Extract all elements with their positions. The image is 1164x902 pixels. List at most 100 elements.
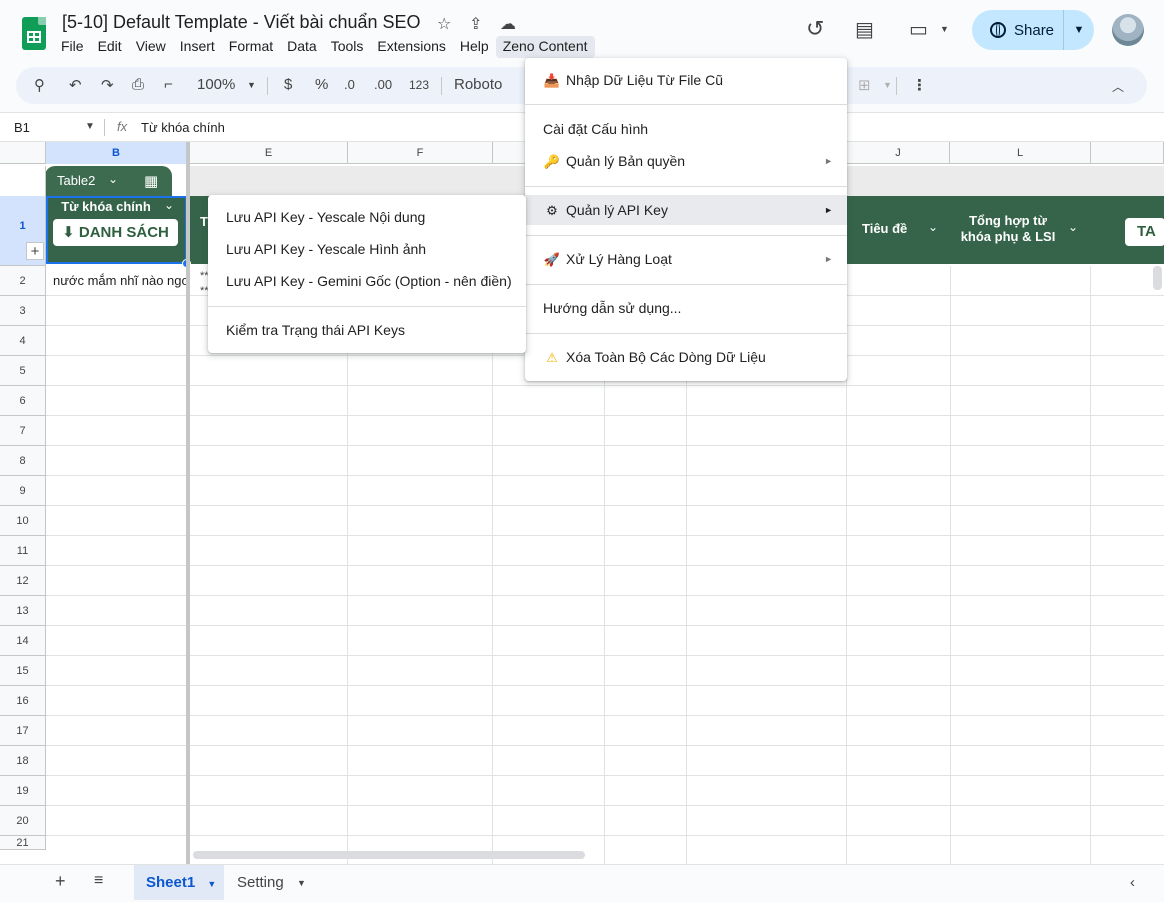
star-icon[interactable]: ☆ — [437, 14, 451, 34]
move-folder-icon[interactable]: ⇪ — [469, 14, 482, 34]
menu-item-quan-ly-ban-quyen[interactable]: 🔑 Quản lý Bản quyền ► — [525, 146, 847, 176]
share-button[interactable]: Share ▼ — [972, 10, 1094, 50]
percent-format-button[interactable]: % — [315, 76, 328, 93]
name-box-dropdown-icon[interactable]: ▼ — [85, 121, 95, 132]
header-tong-hop-1[interactable]: Tổng hợp từ — [958, 213, 1058, 228]
row-header-17[interactable]: 17 — [0, 716, 46, 746]
tai-button[interactable]: TA — [1125, 218, 1164, 246]
menu-data[interactable]: Data — [280, 36, 324, 58]
menu-insert[interactable]: Insert — [173, 36, 222, 58]
menu-item-xoa-toan-bo[interactable]: ⚠ Xóa Toàn Bộ Các Dòng Dữ Liệu — [525, 342, 847, 372]
menu-edit[interactable]: Edit — [91, 36, 129, 58]
redo-icon[interactable]: ↷ — [101, 76, 114, 94]
header-tong-hop-2[interactable]: khóa phụ & LSI — [958, 229, 1058, 244]
row-header-8[interactable]: 8 — [0, 446, 46, 476]
cell-b2[interactable]: nước mắm nhĩ nào ngon — [53, 273, 186, 288]
avatar[interactable] — [1112, 14, 1144, 46]
column-header-l[interactable]: L — [950, 142, 1091, 164]
frozen-column-divider[interactable] — [186, 142, 190, 864]
row-header-9[interactable]: 9 — [0, 476, 46, 506]
cloud-status-icon[interactable]: ☁ — [500, 14, 516, 34]
add-sheet-icon[interactable]: + — [55, 871, 66, 892]
currency-format-button[interactable]: $ — [284, 76, 292, 93]
submenu-item-yescale-hinh-anh[interactable]: Lưu API Key - Yescale Hình ảnh — [208, 234, 526, 264]
add-row-icon[interactable]: + — [26, 242, 44, 260]
row-header-15[interactable]: 15 — [0, 656, 46, 686]
zoom-select[interactable]: 100% — [197, 76, 235, 93]
merge-dropdown-icon[interactable]: ▼ — [883, 80, 892, 90]
sheet-tab-sheet1[interactable]: Sheet1 ▼ — [134, 865, 224, 900]
search-menus-icon[interactable]: ⚲ — [34, 76, 45, 94]
menu-item-huong-dan[interactable]: Hướng dẫn sử dụng... — [525, 293, 847, 323]
row-header-20[interactable]: 20 — [0, 806, 46, 836]
merge-cells-icon[interactable]: ⊞ — [858, 76, 871, 94]
row-header-3[interactable]: 3 — [0, 296, 46, 326]
row-header-14[interactable]: 14 — [0, 626, 46, 656]
decrease-decimal-button[interactable]: .0 — [344, 77, 355, 92]
menu-help[interactable]: Help — [453, 36, 496, 58]
menu-item-quan-ly-api-key[interactable]: ⚙ Quản lý API Key ► — [525, 195, 847, 225]
row-header-12[interactable]: 12 — [0, 566, 46, 596]
header-tieu-de[interactable]: Tiêu đề — [862, 221, 907, 236]
menu-tools[interactable]: Tools — [324, 36, 371, 58]
row-header-16[interactable]: 16 — [0, 686, 46, 716]
sheet-tab-dropdown-icon[interactable]: ▼ — [297, 878, 306, 888]
explore-collapse-icon[interactable]: ‹ — [1130, 874, 1135, 891]
menu-view[interactable]: View — [129, 36, 173, 58]
meet-dropdown-icon[interactable]: ▼ — [940, 24, 949, 34]
undo-icon[interactable]: ↶ — [69, 76, 82, 94]
menu-item-nhap-du-lieu[interactable]: 📥 Nhập Dữ Liệu Từ File Cũ — [525, 65, 847, 95]
row-header-11[interactable]: 11 — [0, 536, 46, 566]
row-header-4[interactable]: 4 — [0, 326, 46, 356]
sheet-tab-dropdown-icon[interactable]: ▼ — [207, 879, 216, 889]
menu-format[interactable]: Format — [222, 36, 280, 58]
zoom-dropdown-icon[interactable]: ▼ — [247, 80, 256, 90]
row-header-10[interactable]: 10 — [0, 506, 46, 536]
more-formats-button[interactable]: 123 — [409, 78, 429, 92]
row-header-6[interactable]: 6 — [0, 386, 46, 416]
formula-input[interactable]: Từ khóa chính — [141, 120, 225, 135]
submenu-item-yescale-noi-dung[interactable]: Lưu API Key - Yescale Nội dung — [208, 202, 526, 232]
increase-decimal-button[interactable]: .00 — [374, 77, 392, 92]
table-name-tab[interactable]: Table2 ⌄ ▦ — [45, 166, 172, 197]
paint-format-icon[interactable]: ⌐ — [164, 76, 173, 93]
column-header-b[interactable]: B — [46, 142, 187, 164]
table-dropdown-icon[interactable]: ⌄ — [108, 172, 118, 186]
row-header-18[interactable]: 18 — [0, 746, 46, 776]
column-header[interactable] — [1091, 142, 1164, 164]
column-filter-icon[interactable]: ⌄ — [1068, 220, 1078, 234]
all-sheets-icon[interactable]: ≡ — [94, 872, 103, 890]
menu-zeno-content[interactable]: Zeno Content — [495, 36, 595, 58]
select-all-corner[interactable] — [0, 142, 46, 164]
share-dropdown-icon[interactable]: ▼ — [1064, 24, 1094, 36]
column-header-f[interactable]: F — [348, 142, 493, 164]
row-header-5[interactable]: 5 — [0, 356, 46, 386]
row-header-7[interactable]: 7 — [0, 416, 46, 446]
row-header-2[interactable]: 2 — [0, 266, 46, 296]
horizontal-scrollbar[interactable] — [193, 851, 585, 859]
font-select[interactable]: Roboto — [454, 76, 502, 93]
row-header-19[interactable]: 19 — [0, 776, 46, 806]
vertical-scrollbar[interactable] — [1153, 266, 1162, 290]
column-filter-icon[interactable]: ⌄ — [928, 220, 938, 234]
collapse-menus-icon[interactable]: ︿ — [1112, 78, 1124, 95]
column-header-j[interactable]: J — [847, 142, 950, 164]
more-options-icon[interactable]: ⋮ — [912, 76, 927, 94]
header-e-partial[interactable]: T — [200, 214, 208, 229]
menu-file[interactable]: File — [54, 36, 91, 58]
menu-item-cai-dat-cau-hinh[interactable]: Cài đặt Cấu hình — [525, 114, 847, 144]
version-history-icon[interactable]: ↺ — [806, 16, 824, 42]
meet-camera-icon[interactable]: ▭ — [909, 17, 928, 42]
comments-icon[interactable]: ▤ — [855, 17, 874, 42]
submenu-item-kiem-tra-trang-thai[interactable]: Kiểm tra Trạng thái API Keys — [208, 315, 526, 345]
menu-extensions[interactable]: Extensions — [370, 36, 452, 58]
document-title[interactable]: [5-10] Default Template - Viết bài chuẩn… — [62, 12, 421, 33]
column-header-e[interactable]: E — [190, 142, 348, 164]
table-view-icon[interactable]: ▦ — [144, 172, 158, 190]
share-main[interactable]: Share — [972, 10, 1064, 50]
row-header-21[interactable]: 21 — [0, 836, 46, 850]
sheets-logo-icon[interactable] — [22, 17, 46, 50]
menu-item-xu-ly-hang-loat[interactable]: 🚀 Xử Lý Hàng Loạt ► — [525, 244, 847, 274]
row-header-13[interactable]: 13 — [0, 596, 46, 626]
name-box[interactable]: B1 — [14, 120, 30, 135]
